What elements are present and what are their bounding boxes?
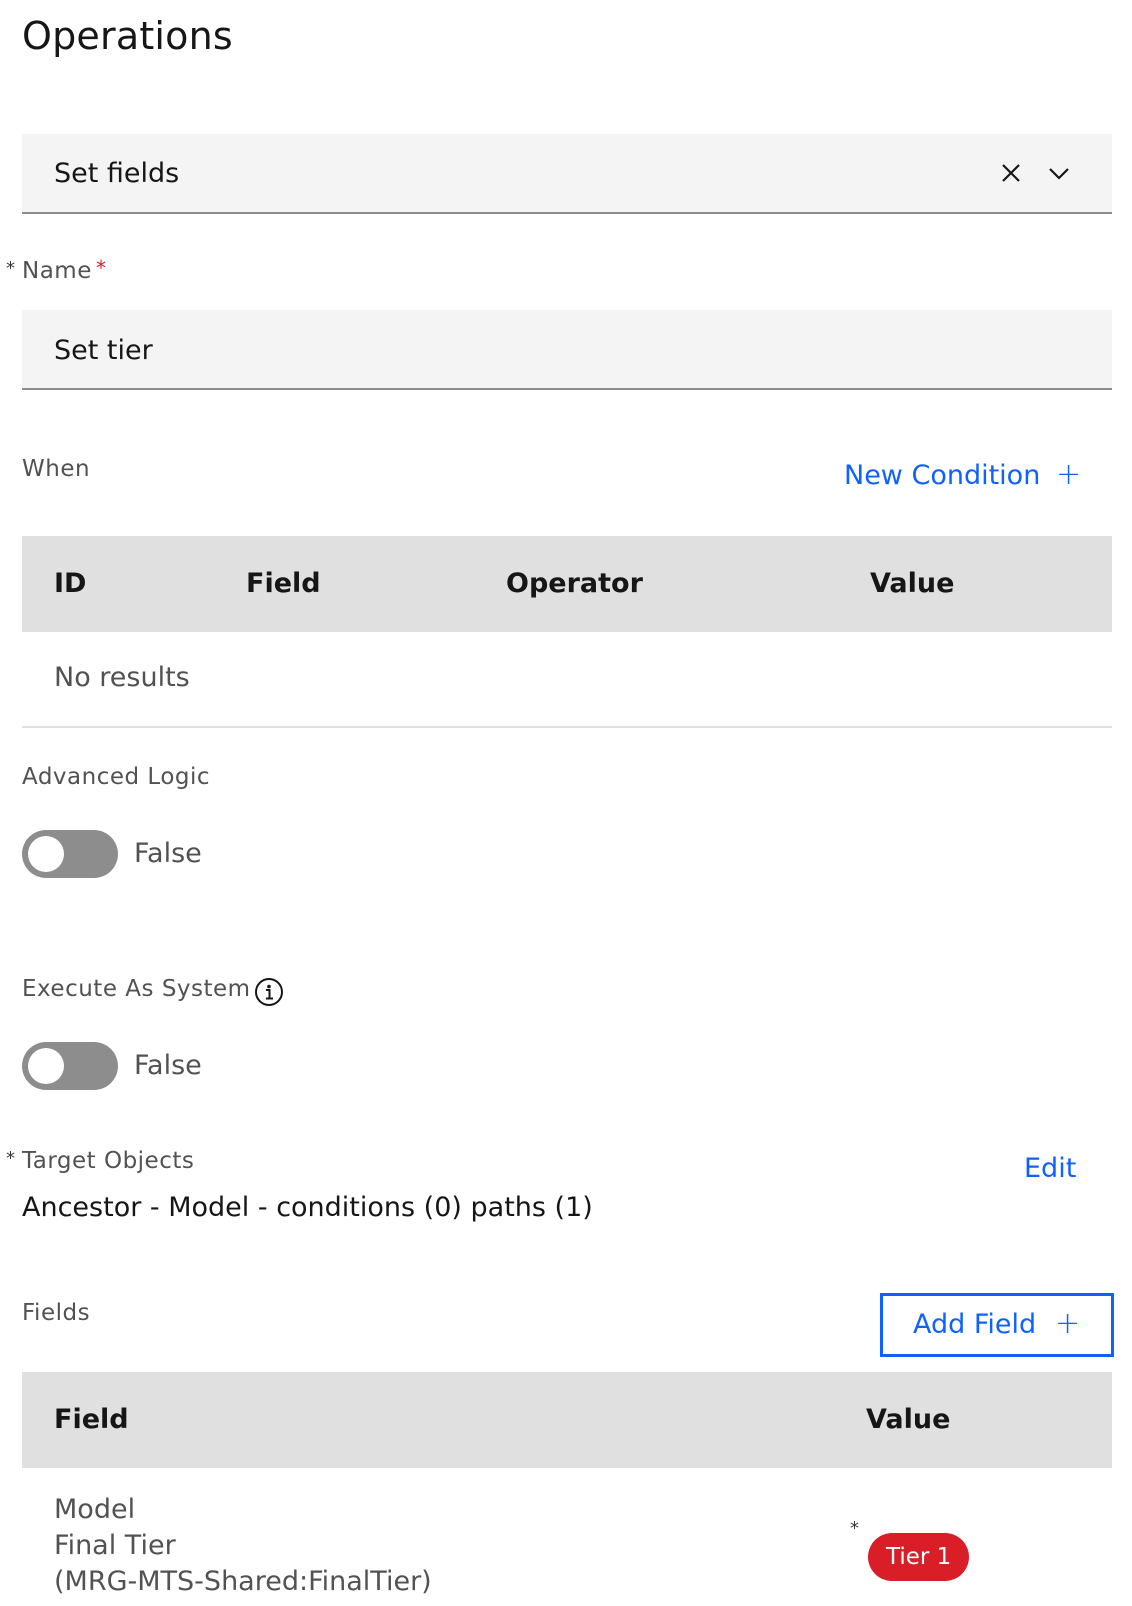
column-header-id: ID — [54, 568, 87, 599]
execute-as-system-toggle[interactable] — [22, 1042, 118, 1090]
new-condition-label: New Condition — [844, 460, 1041, 491]
execute-as-system-state: False — [134, 1050, 202, 1081]
column-header-value: Value — [870, 568, 955, 599]
target-objects-label: Target Objects — [22, 1148, 195, 1174]
close-icon[interactable] — [994, 156, 1028, 190]
fields-label: Fields — [22, 1300, 91, 1326]
empty-state-text: No results — [54, 662, 190, 693]
plus-icon: + — [1056, 457, 1082, 492]
conditions-empty-row: No results — [22, 632, 1112, 728]
add-field-button[interactable]: Add Field + — [880, 1293, 1114, 1357]
field-identifier: (MRG-MTS-Shared:FinalTier) — [54, 1566, 432, 1597]
field-display-name: Final Tier — [54, 1530, 176, 1561]
target-objects-value: Ancestor - Model - conditions (0) paths … — [22, 1192, 593, 1223]
plus-icon: + — [1055, 1306, 1081, 1341]
edit-target-objects-link[interactable]: Edit — [1024, 1153, 1076, 1184]
add-field-label: Add Field — [913, 1309, 1037, 1340]
name-field[interactable] — [22, 310, 1112, 390]
name-input[interactable] — [54, 335, 1054, 366]
value-asterisk: * — [850, 1518, 859, 1539]
name-label: Name — [22, 258, 92, 284]
advanced-logic-label: Advanced Logic — [22, 764, 211, 790]
chevron-down-icon[interactable] — [1042, 156, 1076, 190]
operation-select[interactable]: Set fields — [22, 134, 1112, 214]
conditions-table-header: ID Field Operator Value — [22, 536, 1112, 632]
target-objects-asterisk: * — [6, 1148, 15, 1169]
column-header-value: Value — [866, 1404, 951, 1435]
operation-select-value: Set fields — [54, 158, 180, 189]
tier-tag[interactable]: Tier 1 — [868, 1533, 970, 1581]
column-header-field: Field — [54, 1404, 129, 1435]
field-cell: Model Final Tier (MRG-MTS-Shared:FinalTi… — [54, 1492, 432, 1600]
name-asterisk: * — [6, 258, 15, 279]
toggle-knob — [28, 1048, 64, 1084]
column-header-operator: Operator — [506, 568, 643, 599]
column-header-field: Field — [246, 568, 321, 599]
page-title: Operations — [22, 14, 233, 58]
advanced-logic-state: False — [134, 838, 202, 869]
advanced-logic-toggle[interactable] — [22, 830, 118, 878]
new-condition-button[interactable]: New Condition + — [844, 457, 1084, 502]
info-icon[interactable] — [254, 977, 284, 1007]
field-object-name: Model — [54, 1494, 136, 1525]
fields-table-header: Field Value — [22, 1372, 1112, 1468]
when-label: When — [22, 456, 91, 482]
toggle-knob — [28, 836, 64, 872]
name-required-marker: * — [96, 256, 106, 280]
execute-as-system-label: Execute As System — [22, 976, 251, 1002]
